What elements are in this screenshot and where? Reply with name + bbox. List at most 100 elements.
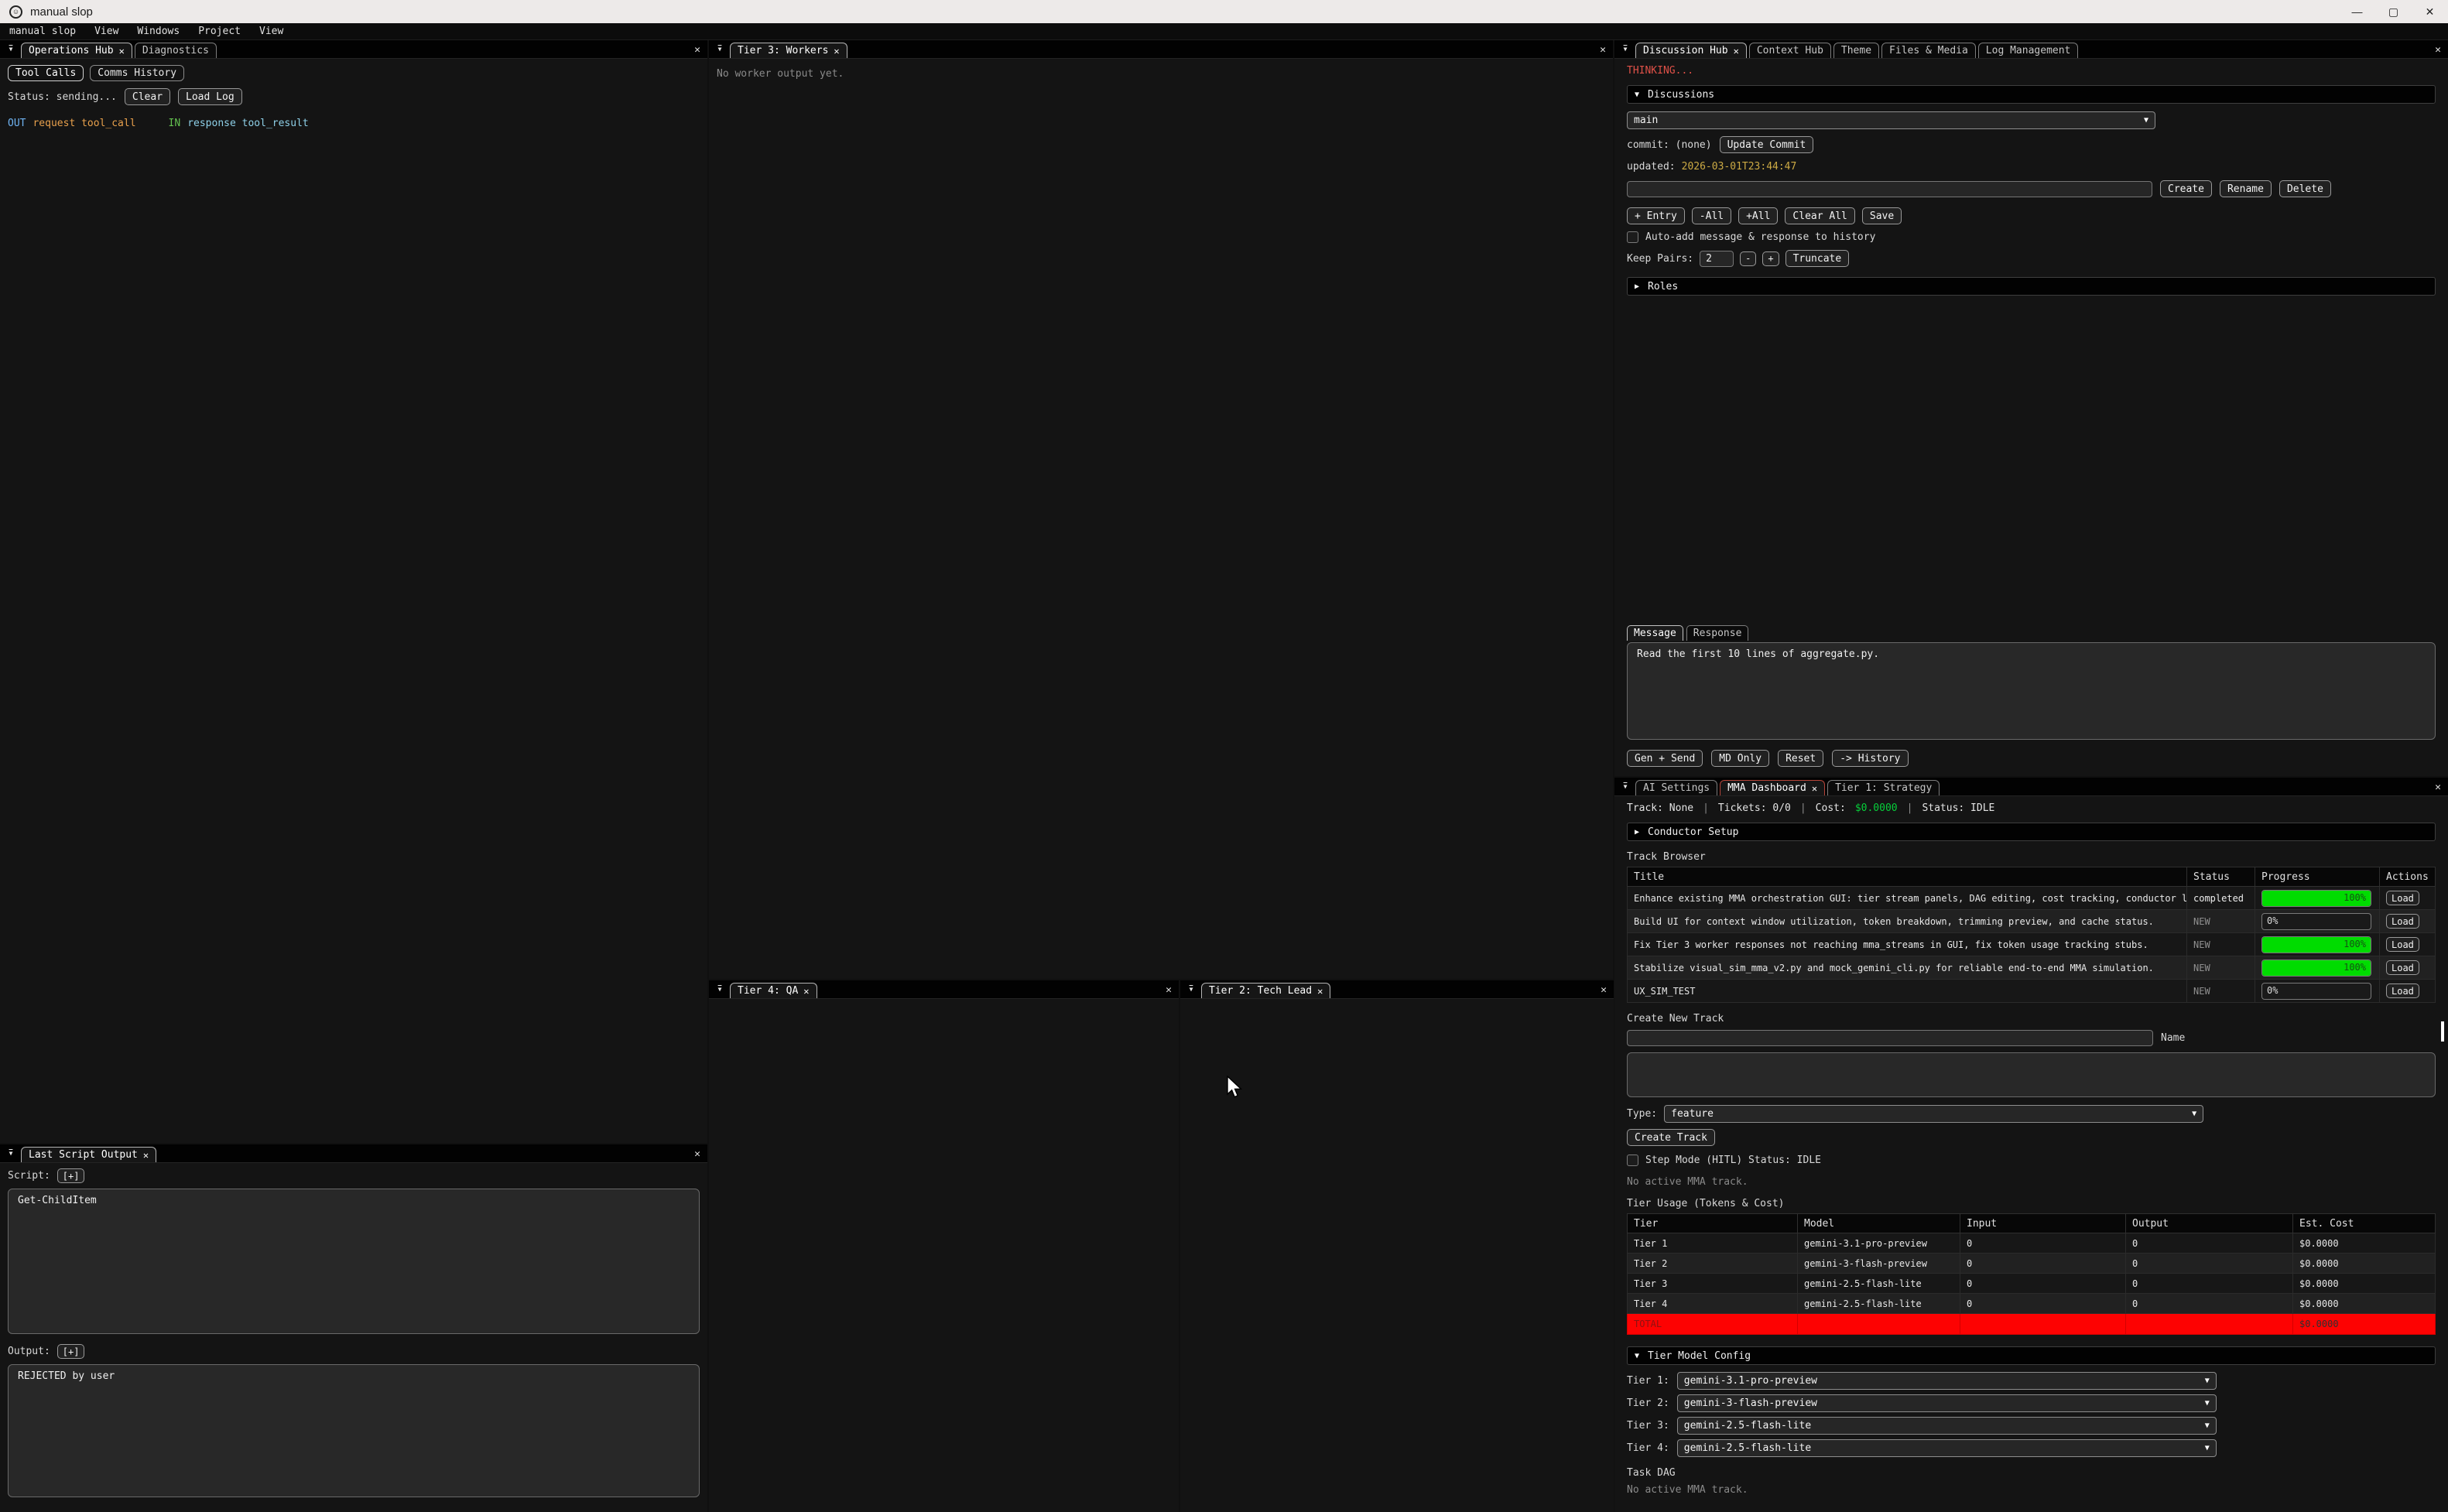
panel-close-icon[interactable]: ✕ [1166,984,1172,996]
truncate-button[interactable]: Truncate [1785,250,1850,267]
panel-close-icon[interactable]: ✕ [1600,44,1606,56]
tier-model-config-header[interactable]: ▼ Tier Model Config [1627,1346,2436,1365]
cost-label: Cost: [1816,802,1846,814]
roles-section-header[interactable]: ▶ Roles [1627,277,2436,296]
load-button[interactable]: Load [2386,960,2419,975]
load-button[interactable]: Load [2386,937,2419,952]
tab-close-icon[interactable]: ✕ [803,986,809,997]
tab-tool-calls[interactable]: Tool Calls [8,65,84,81]
discussions-section-header[interactable]: ▼ Discussions [1627,85,2436,104]
panel-close-icon[interactable]: ✕ [1601,984,1607,996]
tab-tier3-workers[interactable]: Tier 3: Workers ✕ [730,43,847,58]
tab-close-icon[interactable]: ✕ [1734,46,1739,56]
panel-close-icon[interactable]: ✕ [2435,44,2441,56]
dock-menu-icon[interactable]: ▼ [3,1151,19,1157]
tab-last-script-output[interactable]: Last Script Output ✕ [21,1147,156,1162]
create-track-button[interactable]: Create Track [1627,1129,1715,1146]
tab-close-icon[interactable]: ✕ [119,46,125,56]
load-button[interactable]: Load [2386,983,2419,998]
dock-menu-icon[interactable]: ▼ [1183,987,1199,993]
clear-button[interactable]: Clear [125,88,170,105]
expand-all-button[interactable]: +All [1738,207,1778,224]
auto-add-checkbox[interactable] [1627,231,1638,243]
dock-menu-icon[interactable]: ▼ [712,987,728,993]
menubar: manual slop View Windows Project View [0,23,2448,40]
conductor-setup-header[interactable]: ▶ Conductor Setup [1627,823,2436,841]
load-button[interactable]: Load [2386,914,2419,929]
menu-item-windows[interactable]: Windows [137,26,180,37]
keep-pairs-plus-button[interactable]: + [1762,251,1779,266]
to-history-button[interactable]: -> History [1832,750,1908,767]
tab-comms-history[interactable]: Comms History [90,65,184,81]
dock-menu-icon[interactable]: ▼ [712,46,728,53]
dock-menu-icon[interactable]: ▼ [1618,784,1633,790]
scrollbar-thumb[interactable] [2441,1021,2444,1042]
tier3-model-select[interactable]: gemini-2.5-flash-lite ▼ [1677,1417,2217,1435]
tab-close-icon[interactable]: ✕ [834,46,839,56]
mouse-cursor [1225,1076,1245,1102]
panel-close-icon[interactable]: ✕ [694,44,700,56]
tier2-model-select[interactable]: gemini-3-flash-preview ▼ [1677,1394,2217,1412]
tab-diagnostics[interactable]: Diagnostics [135,43,217,58]
tab-tier1-strategy[interactable]: Tier 1: Strategy [1827,780,1940,795]
script-expand-button[interactable]: [+] [57,1168,85,1183]
keep-pairs-minus-button[interactable]: - [1740,251,1756,266]
tab-discussion-hub[interactable]: Discussion Hub ✕ [1635,43,1747,58]
tab-close-icon[interactable]: ✕ [143,1150,149,1161]
update-commit-button[interactable]: Update Commit [1720,136,1814,153]
discussion-name-input[interactable] [1627,181,2152,197]
maximize-icon[interactable]: ▢ [2375,5,2412,19]
output-expand-button[interactable]: [+] [57,1344,85,1359]
table-row: Tier 2 gemini-3-flash-preview 0 0 $0.000… [1628,1254,2436,1274]
tab-tier4-qa[interactable]: Tier 4: QA ✕ [730,983,817,998]
clear-all-button[interactable]: Clear All [1785,207,1854,224]
menu-item-view[interactable]: View [94,26,118,37]
tab-context-hub[interactable]: Context Hub [1749,43,1831,58]
dock-menu-icon[interactable]: ▼ [1618,46,1633,53]
tab-theme[interactable]: Theme [1833,43,1879,58]
track-name-input[interactable] [1627,1030,2153,1046]
step-mode-checkbox[interactable] [1627,1155,1638,1166]
rename-button[interactable]: Rename [2220,180,2272,197]
workers-panel: ▼ Tier 3: Workers ✕ ✕ No worker output y… [709,40,1613,979]
tier1-model-select[interactable]: gemini-3.1-pro-preview ▼ [1677,1372,2217,1390]
minimize-icon[interactable]: — [2339,5,2375,18]
menu-item-view2[interactable]: View [259,26,283,37]
tier4-model-select[interactable]: gemini-2.5-flash-lite ▼ [1677,1439,2217,1457]
create-button[interactable]: Create [2160,180,2212,197]
output-textarea[interactable]: REJECTED by user [8,1364,700,1497]
tab-ai-settings[interactable]: AI Settings [1635,780,1717,795]
tab-close-icon[interactable]: ✕ [1317,986,1323,997]
track-description-textarea[interactable] [1627,1052,2436,1097]
close-icon[interactable]: ✕ [2412,5,2448,19]
tab-log-management[interactable]: Log Management [1978,43,2079,58]
col-input: Input [1960,1214,2126,1233]
dock-menu-icon[interactable]: ▼ [3,46,19,53]
tab-tier2-techlead[interactable]: Tier 2: Tech Lead ✕ [1201,983,1330,998]
keep-pairs-input[interactable]: 2 [1700,251,1734,267]
delete-button[interactable]: Delete [2279,180,2331,197]
discussion-select[interactable]: main ▼ [1627,111,2155,129]
tab-files-media[interactable]: Files & Media [1881,43,1976,58]
load-log-button[interactable]: Load Log [178,88,242,105]
md-only-button[interactable]: MD Only [1711,750,1769,767]
tab-message[interactable]: Message [1627,625,1683,641]
menu-item-manual-slop[interactable]: manual slop [9,26,76,37]
tab-operations-hub[interactable]: Operations Hub ✕ [21,43,132,58]
reset-button[interactable]: Reset [1778,750,1823,767]
save-button[interactable]: Save [1862,207,1902,224]
tab-response[interactable]: Response [1686,625,1749,641]
message-textarea[interactable]: Read the first 10 lines of aggregate.py. [1627,642,2436,740]
table-row: Stabilize visual_sim_mma_v2.py and mock_… [1628,956,2436,980]
track-type-select[interactable]: feature ▼ [1664,1105,2203,1123]
panel-close-icon[interactable]: ✕ [694,1148,700,1160]
tab-mma-dashboard[interactable]: MMA Dashboard ✕ [1720,780,1825,795]
add-entry-button[interactable]: + Entry [1627,207,1685,224]
collapse-all-button[interactable]: -All [1692,207,1731,224]
script-textarea[interactable]: Get-ChildItem [8,1189,700,1334]
gen-send-button[interactable]: Gen + Send [1627,750,1703,767]
load-button[interactable]: Load [2386,891,2419,905]
panel-close-icon[interactable]: ✕ [2435,782,2441,793]
menu-item-project[interactable]: Project [198,26,241,37]
tab-close-icon[interactable]: ✕ [1812,783,1817,794]
